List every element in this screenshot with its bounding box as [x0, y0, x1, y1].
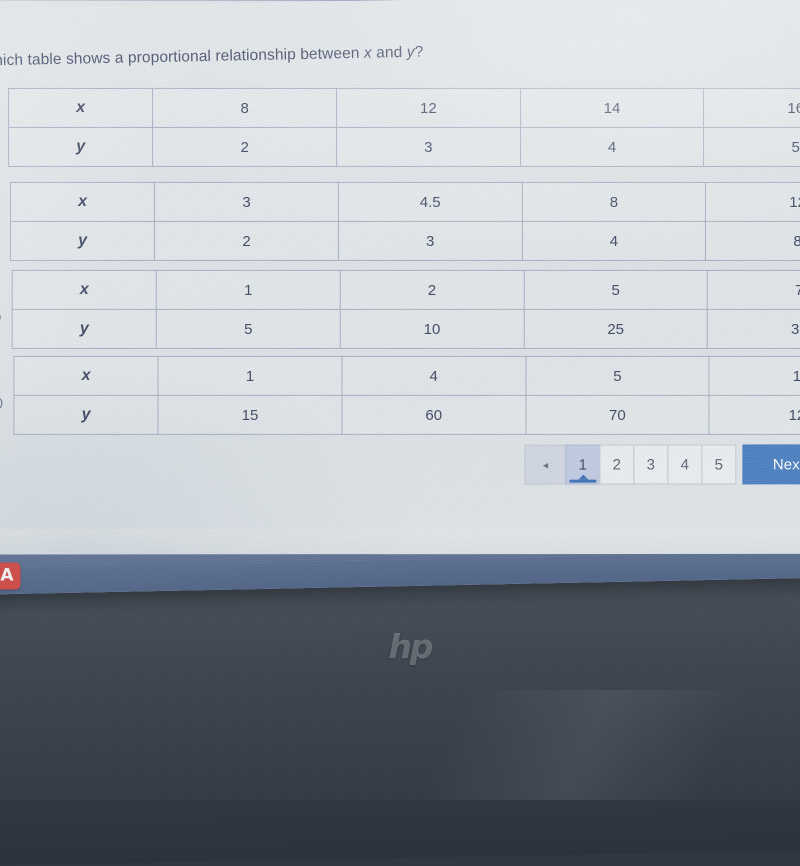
- table-row: y 2 3 4 5: [9, 127, 800, 166]
- cell-y-4: 5: [704, 127, 800, 166]
- row-label-y: y: [9, 127, 153, 166]
- row-label-y: y: [14, 395, 158, 434]
- question-prefix: Which table shows a proportional relatio…: [0, 45, 364, 70]
- table-row: x 3 4.5 8 12: [10, 182, 800, 221]
- pagination-prev-button[interactable]: ◂: [524, 445, 566, 485]
- table-row: y 2 3 4 8: [10, 221, 800, 260]
- pagination-page-4[interactable]: 4: [667, 444, 702, 484]
- hp-logo: hp: [382, 618, 438, 674]
- cell-y-2: 3: [338, 221, 522, 260]
- cell-y-1: 2: [153, 127, 337, 166]
- next-button[interactable]: Next: [742, 444, 800, 484]
- cell-x-1: 8: [153, 88, 337, 127]
- row-label-x: x: [12, 270, 156, 309]
- quiz-page: Which table shows a proportional relatio…: [0, 0, 800, 569]
- cell-y-1: 2: [155, 221, 339, 260]
- cell-y-2: 3: [336, 127, 520, 166]
- question-text: Which table shows a proportional relatio…: [0, 44, 424, 71]
- question-middle: and: [372, 44, 407, 62]
- pagination-page-2[interactable]: 2: [599, 445, 634, 485]
- cell-y-4: 120: [709, 395, 800, 434]
- cell-x-4: 16: [704, 88, 800, 127]
- answer-option-a[interactable]: x 8 12 14 16 y 2 3 4 5: [0, 71, 800, 181]
- row-label-y: y: [12, 309, 156, 348]
- question-suffix: ?: [414, 44, 423, 61]
- radio-button-option-d[interactable]: [0, 396, 3, 410]
- laptop-screen: Which table shows a proportional relatio…: [0, 0, 800, 595]
- cell-x-2: 4.5: [338, 182, 522, 221]
- pagination-page-5[interactable]: 5: [701, 444, 736, 484]
- row-label-x: x: [9, 88, 153, 127]
- cell-x-3: 8: [522, 182, 706, 221]
- cell-x-1: 1: [158, 356, 342, 395]
- cell-y-3: 70: [526, 395, 710, 434]
- cell-y-2: 60: [342, 395, 526, 434]
- radio-button-option-c[interactable]: [0, 310, 1, 324]
- cell-x-3: 5: [524, 270, 708, 309]
- row-label-y: y: [10, 221, 154, 260]
- pagination: ◂ 1 2 3 4 5 Next: [525, 444, 800, 484]
- cell-y-2: 10: [340, 309, 524, 348]
- option-b-table: x 3 4.5 8 12 y 2 3 4 8: [10, 182, 800, 261]
- cell-y-3: 4: [520, 127, 704, 166]
- option-c-table: x 1 2 5 7 y 5 10 25 35: [12, 270, 800, 349]
- cell-x-3: 5: [526, 356, 710, 395]
- row-label-x: x: [14, 356, 158, 395]
- cell-x-4: 12: [706, 182, 800, 221]
- table-row: x 1 2 5 7: [12, 270, 800, 309]
- cell-y-1: 5: [156, 309, 340, 348]
- adobe-acrobat-icon[interactable]: A: [0, 563, 20, 590]
- cell-x-3: 14: [520, 88, 704, 127]
- laptop-bezel: [0, 550, 800, 866]
- row-label-x: x: [10, 182, 154, 221]
- pagination-page-1[interactable]: 1: [565, 445, 600, 485]
- option-a-table: x 8 12 14 16 y 2 3 4 5: [8, 88, 800, 167]
- cell-x-2: 4: [342, 356, 526, 395]
- cell-x-1: 1: [156, 270, 340, 309]
- answer-option-d[interactable]: x 1 4 5 10 y 15 60 70 120: [0, 339, 800, 449]
- cell-y-1: 15: [158, 395, 342, 434]
- option-d-table: x 1 4 5 10 y 15 60 70 120: [13, 356, 800, 435]
- cell-x-4: 7: [708, 270, 800, 309]
- table-row: y 15 60 70 120: [14, 395, 800, 434]
- table-row: x 8 12 14 16: [9, 88, 800, 127]
- cell-x-1: 3: [155, 182, 339, 221]
- cell-x-4: 10: [709, 356, 800, 395]
- table-row: x 1 4 5 10: [14, 356, 800, 395]
- cell-y-3: 4: [522, 221, 706, 260]
- cell-x-2: 2: [340, 270, 524, 309]
- pagination-page-3[interactable]: 3: [633, 445, 668, 485]
- cell-x-2: 12: [336, 88, 520, 127]
